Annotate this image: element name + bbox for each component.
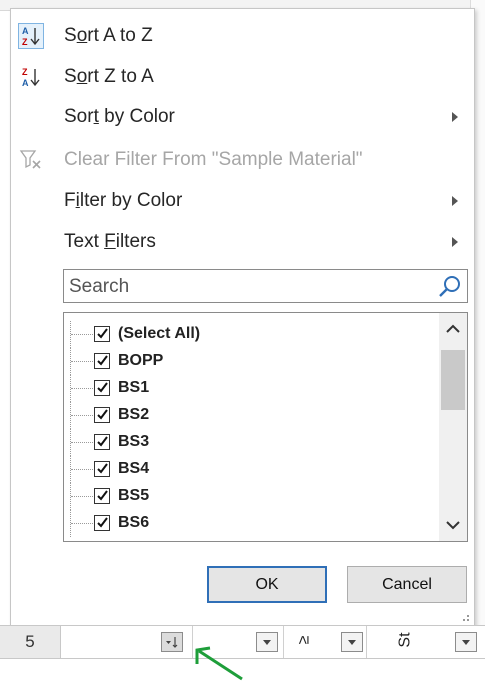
menu-item-label: Text Filters xyxy=(64,231,156,252)
svg-text:A: A xyxy=(22,26,29,36)
sort-a-to-z-icon: A Z xyxy=(18,23,44,49)
filter-values-list: (Select All) BOPP BS1 BS2 BS3 BS4 BS5 BS… xyxy=(63,312,468,542)
menu-item-filter-by-color[interactable]: Filter by Color xyxy=(11,183,474,219)
menu-item-label: Filter by Color xyxy=(64,190,183,211)
list-item[interactable]: BS5 xyxy=(64,483,439,510)
list-item-label: BS1 xyxy=(118,379,150,396)
checkbox-checked-icon[interactable] xyxy=(94,488,110,504)
list-item[interactable]: BS6 xyxy=(64,510,439,537)
filter-dropdown-button-active[interactable] xyxy=(161,632,183,652)
resize-grip-icon[interactable] xyxy=(460,611,470,621)
list-item-label: BS3 xyxy=(118,433,150,450)
list-scrollbar[interactable] xyxy=(439,313,467,541)
checkbox-checked-icon[interactable] xyxy=(94,353,110,369)
menu-item-label: Clear Filter From "Sample Material" xyxy=(64,149,363,170)
list-item-select-all[interactable]: (Select All) xyxy=(64,321,439,348)
column-header-text: ≥ xyxy=(295,635,313,645)
sort-z-to-a-icon: Z A xyxy=(18,64,44,90)
list-item-label: BS2 xyxy=(118,406,150,423)
filter-dropdown-button[interactable] xyxy=(455,632,477,652)
svg-text:Z: Z xyxy=(22,37,28,47)
list-item-partial xyxy=(64,537,439,541)
submenu-arrow-icon xyxy=(452,112,458,122)
search-placeholder: Search xyxy=(69,276,130,297)
chevron-up-icon[interactable] xyxy=(439,317,467,341)
checkbox-checked-icon[interactable] xyxy=(94,434,110,450)
menu-item-sort-by-color[interactable]: Sort by Color xyxy=(11,99,474,135)
menu-item-label: Sort A to Z xyxy=(64,25,153,46)
checkbox-checked-icon[interactable] xyxy=(94,515,110,531)
row-number[interactable]: 5 xyxy=(0,626,61,658)
list-item[interactable]: BOPP xyxy=(64,348,439,375)
list-item[interactable]: BS4 xyxy=(64,456,439,483)
list-item-label: BS5 xyxy=(118,487,150,504)
menu-item-sort-a-to-z[interactable]: A Z Sort A to Z xyxy=(11,18,474,54)
menu-item-clear-filter: Clear Filter From "Sample Material" xyxy=(11,142,474,178)
list-item[interactable]: BS1 xyxy=(64,375,439,402)
menu-item-label: Sort by Color xyxy=(64,106,175,127)
svg-text:A: A xyxy=(22,78,29,88)
submenu-arrow-icon xyxy=(452,196,458,206)
list-item[interactable]: BS2 xyxy=(64,402,439,429)
list-item-label: BS4 xyxy=(118,460,150,477)
menu-item-text-filters[interactable]: Text Filters xyxy=(11,224,474,260)
search-icon[interactable] xyxy=(437,274,463,300)
clear-filter-icon xyxy=(18,147,44,173)
menu-item-label: Sort Z to A xyxy=(64,66,154,87)
list-item-label: BOPP xyxy=(118,352,164,369)
checkbox-checked-icon[interactable] xyxy=(94,461,110,477)
submenu-arrow-icon xyxy=(452,237,458,247)
search-input[interactable]: Search xyxy=(63,269,468,303)
checkbox-checked-icon[interactable] xyxy=(94,380,110,396)
checkbox-checked-icon[interactable] xyxy=(94,326,110,342)
column-header-text: St xyxy=(396,632,414,648)
filter-dropdown-button[interactable] xyxy=(341,632,363,652)
list-item-label: (Select All) xyxy=(118,325,201,342)
cancel-button[interactable]: Cancel xyxy=(347,566,467,603)
annotation-arrow-icon xyxy=(195,646,243,681)
autofilter-dropdown: A Z Sort A to Z Z A Sort Z to A Sort by … xyxy=(10,8,475,627)
scroll-thumb[interactable] xyxy=(441,350,465,410)
ok-button[interactable]: OK xyxy=(207,566,327,603)
list-item-label: BS6 xyxy=(118,514,150,531)
chevron-down-icon[interactable] xyxy=(439,513,467,537)
list-item[interactable]: BS3 xyxy=(64,429,439,456)
checkbox-checked-icon[interactable] xyxy=(94,407,110,423)
svg-text:Z: Z xyxy=(22,67,28,77)
menu-item-sort-z-to-a[interactable]: Z A Sort Z to A xyxy=(11,59,474,95)
filter-dropdown-button[interactable] xyxy=(256,632,278,652)
